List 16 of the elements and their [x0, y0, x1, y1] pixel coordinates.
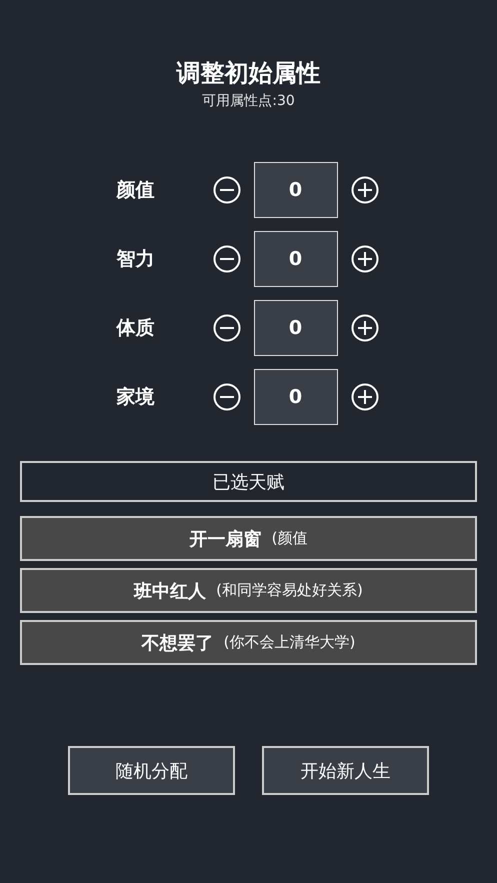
- attribute-label: 智力: [116, 247, 156, 272]
- action-button[interactable]: 开始新人生: [262, 746, 429, 795]
- points-available: 可用属性点:30: [202, 92, 295, 110]
- attribute-label: 体质: [116, 316, 156, 341]
- attribute-label: 颜值: [116, 178, 156, 203]
- talent-button[interactable]: 不想罢了 (你不会上清华大学): [20, 620, 477, 665]
- attribute-label: 家境: [116, 385, 156, 410]
- value-field[interactable]: 0: [254, 162, 338, 218]
- page-title: 调整初始属性: [176, 58, 320, 89]
- action-button[interactable]: 随机分配: [68, 746, 235, 795]
- value-field[interactable]: 0: [254, 369, 338, 425]
- value-field[interactable]: 0: [254, 300, 338, 356]
- value-field[interactable]: 0: [254, 231, 338, 287]
- section-header: 已选天赋: [20, 461, 477, 502]
- talent-button[interactable]: 班中红人 (和同学容易处好关系): [20, 568, 477, 613]
- talent-button[interactable]: 开一扇窗 (颜值: [20, 516, 477, 561]
